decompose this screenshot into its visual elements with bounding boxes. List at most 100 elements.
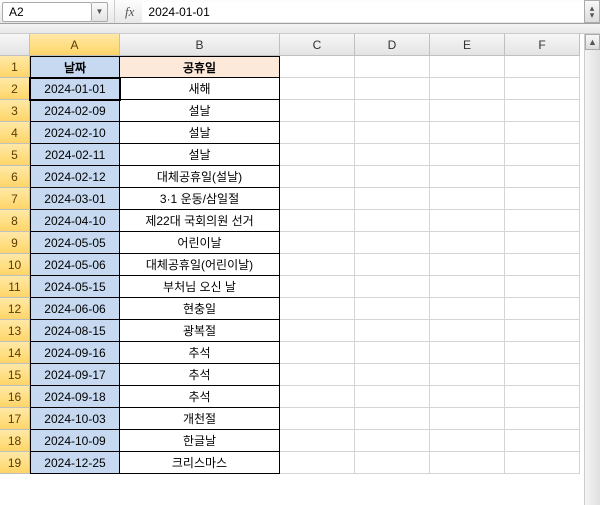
cell[interactable] bbox=[280, 78, 355, 100]
cell[interactable] bbox=[280, 364, 355, 386]
cell[interactable] bbox=[355, 386, 430, 408]
cell[interactable] bbox=[505, 122, 580, 144]
name-box[interactable] bbox=[2, 2, 92, 22]
cell[interactable]: 3·1 운동/삼일절 bbox=[120, 188, 280, 210]
cell[interactable]: 2024-02-11 bbox=[30, 144, 120, 166]
cell[interactable]: 추석 bbox=[120, 386, 280, 408]
cell[interactable] bbox=[280, 56, 355, 78]
cell[interactable]: 설날 bbox=[120, 144, 280, 166]
column-header-e[interactable]: E bbox=[430, 34, 505, 56]
formula-input[interactable] bbox=[142, 2, 584, 22]
column-header-f[interactable]: F bbox=[505, 34, 580, 56]
cell[interactable]: 2024-10-09 bbox=[30, 430, 120, 452]
formula-expand-button[interactable]: ▴ ▾ bbox=[584, 0, 600, 23]
cell[interactable]: 2024-05-15 bbox=[30, 276, 120, 298]
cell[interactable] bbox=[355, 364, 430, 386]
cell[interactable] bbox=[505, 188, 580, 210]
cell[interactable] bbox=[280, 144, 355, 166]
cell[interactable]: 2024-05-06 bbox=[30, 254, 120, 276]
cell[interactable] bbox=[505, 232, 580, 254]
row-header[interactable]: 19 bbox=[0, 452, 30, 474]
cell[interactable] bbox=[430, 342, 505, 364]
row-header[interactable]: 3 bbox=[0, 100, 30, 122]
cell[interactable] bbox=[430, 364, 505, 386]
cell[interactable] bbox=[355, 342, 430, 364]
cell[interactable]: 광복절 bbox=[120, 320, 280, 342]
cell[interactable]: 날짜 bbox=[30, 56, 120, 78]
row-header[interactable]: 17 bbox=[0, 408, 30, 430]
cell[interactable] bbox=[355, 166, 430, 188]
cell[interactable]: 2024-09-17 bbox=[30, 364, 120, 386]
cell[interactable]: 대체공휴일(어린이날) bbox=[120, 254, 280, 276]
name-box-dropdown[interactable]: ▼ bbox=[92, 2, 108, 22]
cell[interactable] bbox=[505, 276, 580, 298]
cell[interactable]: 2024-02-12 bbox=[30, 166, 120, 188]
cell[interactable] bbox=[505, 298, 580, 320]
cell[interactable] bbox=[505, 364, 580, 386]
cell[interactable] bbox=[355, 254, 430, 276]
row-header[interactable]: 9 bbox=[0, 232, 30, 254]
cell[interactable] bbox=[505, 254, 580, 276]
cell[interactable]: 어린이날 bbox=[120, 232, 280, 254]
row-header[interactable]: 15 bbox=[0, 364, 30, 386]
cell[interactable] bbox=[280, 188, 355, 210]
row-header[interactable]: 10 bbox=[0, 254, 30, 276]
cell[interactable] bbox=[430, 386, 505, 408]
cell[interactable]: 2024-05-05 bbox=[30, 232, 120, 254]
cell[interactable] bbox=[505, 210, 580, 232]
cell[interactable] bbox=[430, 56, 505, 78]
select-all-corner[interactable] bbox=[0, 34, 30, 56]
row-header[interactable]: 16 bbox=[0, 386, 30, 408]
cell[interactable] bbox=[430, 408, 505, 430]
cell[interactable] bbox=[355, 408, 430, 430]
cell[interactable] bbox=[355, 320, 430, 342]
cell[interactable] bbox=[280, 232, 355, 254]
cell[interactable]: 새해 bbox=[120, 78, 280, 100]
cell[interactable] bbox=[430, 452, 505, 474]
cell[interactable]: 2024-04-10 bbox=[30, 210, 120, 232]
cell[interactable] bbox=[280, 408, 355, 430]
vertical-scrollbar[interactable]: ▲ bbox=[584, 34, 600, 505]
cell[interactable] bbox=[505, 320, 580, 342]
cell[interactable]: 현충일 bbox=[120, 298, 280, 320]
spreadsheet-grid[interactable]: ABCDEF1날짜공휴일22024-01-01새해32024-02-09설날42… bbox=[0, 34, 600, 474]
row-header[interactable]: 12 bbox=[0, 298, 30, 320]
cell[interactable] bbox=[430, 78, 505, 100]
cell[interactable] bbox=[505, 430, 580, 452]
cell[interactable] bbox=[355, 452, 430, 474]
cell[interactable] bbox=[355, 276, 430, 298]
cell[interactable] bbox=[430, 144, 505, 166]
cell[interactable] bbox=[430, 430, 505, 452]
cell[interactable] bbox=[430, 166, 505, 188]
cell[interactable] bbox=[430, 298, 505, 320]
cell[interactable] bbox=[280, 386, 355, 408]
cell[interactable] bbox=[280, 210, 355, 232]
cell[interactable] bbox=[355, 210, 430, 232]
cell[interactable] bbox=[505, 56, 580, 78]
scroll-up-button[interactable]: ▲ bbox=[585, 34, 600, 50]
cell[interactable] bbox=[505, 166, 580, 188]
cell[interactable] bbox=[505, 452, 580, 474]
cell[interactable]: 2024-10-03 bbox=[30, 408, 120, 430]
cell[interactable] bbox=[280, 430, 355, 452]
cell[interactable] bbox=[280, 320, 355, 342]
cell[interactable]: 2024-01-01 bbox=[30, 78, 120, 100]
cell[interactable] bbox=[355, 56, 430, 78]
cell[interactable] bbox=[505, 78, 580, 100]
cell[interactable] bbox=[355, 122, 430, 144]
row-header[interactable]: 4 bbox=[0, 122, 30, 144]
cell[interactable]: 제22대 국회의원 선거 bbox=[120, 210, 280, 232]
cell[interactable]: 공휴일 bbox=[120, 56, 280, 78]
cell[interactable] bbox=[355, 188, 430, 210]
cell[interactable] bbox=[430, 188, 505, 210]
cell[interactable] bbox=[355, 144, 430, 166]
cell[interactable]: 크리스마스 bbox=[120, 452, 280, 474]
row-header[interactable]: 11 bbox=[0, 276, 30, 298]
cell[interactable]: 설날 bbox=[120, 100, 280, 122]
cell[interactable] bbox=[280, 298, 355, 320]
cell[interactable] bbox=[280, 254, 355, 276]
column-header-b[interactable]: B bbox=[120, 34, 280, 56]
cell[interactable]: 대체공휴일(설날) bbox=[120, 166, 280, 188]
cell[interactable] bbox=[505, 408, 580, 430]
cell[interactable] bbox=[505, 144, 580, 166]
